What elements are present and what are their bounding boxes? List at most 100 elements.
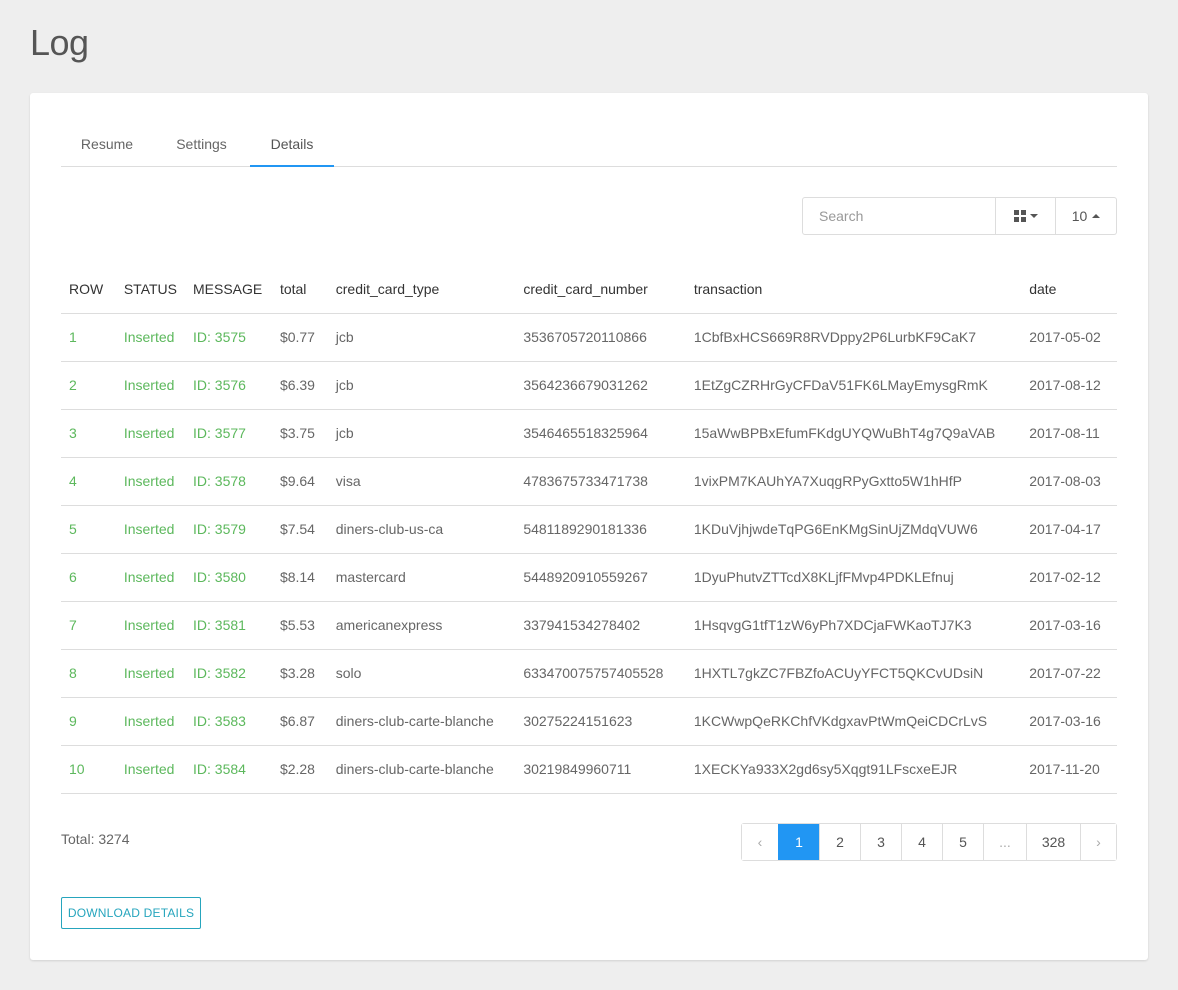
table-row[interactable]: 1 Inserted ID: 3575 $0.77 jcb 353670572011086… xyxy=(61,313,1117,362)
status-cell: Inserted xyxy=(115,457,185,506)
prev-page-button[interactable]: ‹ xyxy=(742,824,778,860)
message-cell: ID: 3581 xyxy=(185,601,272,650)
page-button[interactable]: 4 xyxy=(901,824,942,860)
message-cell: ID: 3582 xyxy=(185,649,272,698)
table-row[interactable]: 5 Inserted ID: 3579 $7.54 diners-club-us-ca 5… xyxy=(61,505,1117,554)
message-cell: ID: 3584 xyxy=(185,745,272,794)
row-number: 10 xyxy=(61,745,116,794)
page-button[interactable]: 328 xyxy=(1026,824,1080,860)
search-input[interactable] xyxy=(802,197,996,235)
date-cell: 2017-03-16 xyxy=(1021,697,1117,746)
table-row[interactable]: 8 Inserted ID: 3582 $3.28 solo 63347007575740… xyxy=(61,649,1117,698)
table-row[interactable]: 7 Inserted ID: 3581 $5.53 americanexpress 337… xyxy=(61,601,1117,650)
card-type-cell: diners-club-carte-blanche xyxy=(327,745,516,794)
status-cell: Inserted xyxy=(115,313,185,362)
status-cell: Inserted xyxy=(115,553,185,602)
page-button[interactable]: 5 xyxy=(942,824,983,860)
message-cell: ID: 3580 xyxy=(185,553,272,602)
status-cell: Inserted xyxy=(115,745,185,794)
status-cell: Inserted xyxy=(115,361,185,410)
row-number: 1 xyxy=(61,313,116,362)
row-number: 7 xyxy=(61,601,116,650)
card-number-cell: 5481189290181336 xyxy=(515,505,686,554)
page-button[interactable]: 1 xyxy=(778,824,819,860)
card-number-cell: 633470075757405528 xyxy=(515,649,686,698)
message-cell: ID: 3583 xyxy=(185,697,272,746)
tab-resume[interactable]: Resume xyxy=(61,123,153,167)
column-header[interactable]: credit_card_number xyxy=(515,265,686,314)
table-row[interactable]: 4 Inserted ID: 3578 $9.64 visa 47836757334717… xyxy=(61,457,1117,506)
grid-icon xyxy=(1013,210,1026,222)
column-header[interactable]: transaction xyxy=(685,265,1022,314)
message-cell: ID: 3577 xyxy=(185,409,272,458)
transaction-cell: 1CbfBxHCS669R8RVDppy2P6LurbKF9CaK7 xyxy=(685,313,1022,362)
column-header[interactable]: date xyxy=(1021,265,1117,314)
card-number-cell: 3546465518325964 xyxy=(515,409,686,458)
column-header[interactable]: credit_card_type xyxy=(327,265,516,314)
total-cell: $9.64 xyxy=(271,457,328,506)
caret-down-icon xyxy=(1029,214,1038,218)
date-cell: 2017-02-12 xyxy=(1021,553,1117,602)
card-number-cell: 30219849960711 xyxy=(515,745,686,794)
next-page-button[interactable]: › xyxy=(1080,824,1116,860)
tab-details[interactable]: Details xyxy=(250,123,334,167)
pagination: ‹ 1 2 3 4 5... 328 › xyxy=(741,823,1117,861)
table-row[interactable]: 10 Inserted ID: 3584 $2.28 diners-club-carte… xyxy=(61,745,1117,794)
transaction-cell: 1HXTL7gkZC7FBZfoACUyYFCT5QKCvUDsiN xyxy=(685,649,1022,698)
status-cell: Inserted xyxy=(115,649,185,698)
transaction-cell: 1DyuPhutvZTTcdX8KLjfFMvp4PDKLEfnuj xyxy=(685,553,1022,602)
page-button[interactable]: 2 xyxy=(819,824,860,860)
total-cell: $8.14 xyxy=(271,553,328,602)
date-cell: 2017-05-02 xyxy=(1021,313,1117,362)
status-cell: Inserted xyxy=(115,505,185,554)
page-ellipsis[interactable]: ... xyxy=(983,824,1026,860)
date-cell: 2017-04-17 xyxy=(1021,505,1117,554)
date-cell: 2017-08-12 xyxy=(1021,361,1117,410)
total-cell: $6.87 xyxy=(271,697,328,746)
row-number: 9 xyxy=(61,697,116,746)
row-number: 6 xyxy=(61,553,116,602)
column-header[interactable]: total xyxy=(271,265,328,314)
tab-settings[interactable]: Settings xyxy=(153,123,250,167)
row-number: 8 xyxy=(61,649,116,698)
total-cell: $6.39 xyxy=(271,361,328,410)
message-cell: ID: 3578 xyxy=(185,457,272,506)
transaction-cell: 1XECKYa933X2gd6sy5Xqgt91LFscxeEJR xyxy=(685,745,1022,794)
row-number: 5 xyxy=(61,505,116,554)
download-details-button[interactable]: DOWNLOAD DETAILS xyxy=(61,897,201,929)
card-type-cell: diners-club-us-ca xyxy=(327,505,516,554)
page-size-button[interactable]: 10 xyxy=(1056,197,1117,235)
transaction-cell: 1HsqvgG1tfT1zW6yPh7XDCjaFWKaoTJ7K3 xyxy=(685,601,1022,650)
total-cell: $0.77 xyxy=(271,313,328,362)
row-number: 4 xyxy=(61,457,116,506)
caret-up-icon xyxy=(1092,214,1101,218)
page-title: Log xyxy=(30,22,89,63)
total-cell: $3.28 xyxy=(271,649,328,698)
page-button[interactable]: 3 xyxy=(860,824,901,860)
column-header[interactable]: STATUS xyxy=(115,265,185,314)
date-cell: 2017-07-22 xyxy=(1021,649,1117,698)
columns-toggle-button[interactable] xyxy=(996,197,1056,235)
row-number: 2 xyxy=(61,361,116,410)
card-type-cell: mastercard xyxy=(327,553,516,602)
column-header[interactable]: ROW xyxy=(61,265,116,314)
details-table: ROW STATUS MESSAGE total credit_card_type cre… xyxy=(61,265,1117,794)
table-row[interactable]: 6 Inserted ID: 3580 $8.14 mastercard 54489209… xyxy=(61,553,1117,602)
column-header[interactable]: MESSAGE xyxy=(185,265,272,314)
table-row[interactable]: 3 Inserted ID: 3577 $3.75 jcb 354646551832596… xyxy=(61,409,1117,458)
date-cell: 2017-08-03 xyxy=(1021,457,1117,506)
card-number-cell: 337941534278402 xyxy=(515,601,686,650)
table-row[interactable]: 9 Inserted ID: 3583 $6.87 diners-club-carte-… xyxy=(61,697,1117,746)
transaction-cell: 1EtZgCZRHrGyCFDaV51FK6LMayEmysgRmK xyxy=(685,361,1022,410)
transaction-cell: 1KCWwpQeRKChfVKdgxavPtWmQeiCDCrLvS xyxy=(685,697,1022,746)
transaction-cell: 15aWwBPBxEfumFKdgUYQWuBhT4g7Q9aVAB xyxy=(685,409,1022,458)
card-number-cell: 4783675733471738 xyxy=(515,457,686,506)
date-cell: 2017-03-16 xyxy=(1021,601,1117,650)
total-count: Total: 3274 xyxy=(61,831,130,847)
message-cell: ID: 3576 xyxy=(185,361,272,410)
total-cell: $5.53 xyxy=(271,601,328,650)
table-row[interactable]: 2 Inserted ID: 3576 $6.39 jcb 356423667903126… xyxy=(61,361,1117,410)
message-cell: ID: 3579 xyxy=(185,505,272,554)
date-cell: 2017-08-11 xyxy=(1021,409,1117,458)
card-number-cell: 5448920910559267 xyxy=(515,553,686,602)
